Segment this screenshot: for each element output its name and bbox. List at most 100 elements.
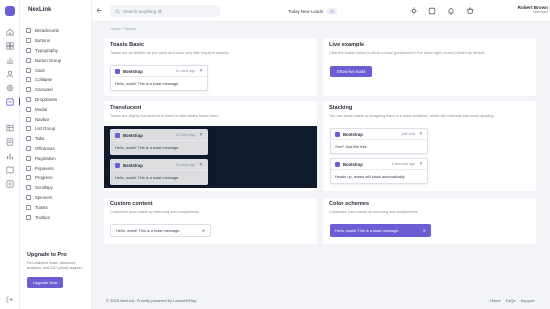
search-icon bbox=[115, 8, 120, 14]
close-icon[interactable]: ✕ bbox=[419, 161, 423, 167]
button-group-icon bbox=[26, 57, 31, 63]
user-role: Manager bbox=[533, 10, 548, 14]
sun-icon[interactable] bbox=[410, 7, 418, 15]
users-icon[interactable] bbox=[6, 70, 14, 78]
footer-link-home[interactable]: Home bbox=[490, 298, 501, 303]
sidebar-item-buttons[interactable]: Buttons bbox=[26, 36, 88, 46]
bootstrap-icon bbox=[115, 162, 120, 168]
toast-stacking: Bootstrap just now ✕ See? Just like this. bbox=[330, 128, 428, 154]
close-icon[interactable]: ✕ bbox=[419, 131, 423, 137]
upgrade-button[interactable]: Upgrade Now bbox=[27, 277, 64, 288]
sidebar-item-scrollspy[interactable]: Scrollspy bbox=[26, 183, 88, 193]
fingerprint-icon[interactable] bbox=[6, 84, 14, 92]
scrollspy-icon bbox=[26, 185, 31, 191]
sidebar-item-offcanvas[interactable]: Offcanvas bbox=[26, 144, 88, 154]
sidebar-item-spinners[interactable]: Spinners bbox=[26, 193, 88, 203]
home-icon[interactable] bbox=[6, 28, 14, 36]
sidebar-item-card[interactable]: Card bbox=[26, 65, 88, 75]
tooltips-icon bbox=[26, 214, 31, 220]
close-icon[interactable]: ✕ bbox=[199, 132, 203, 138]
section-header-translucent: Translucent Toasts are slightly transluc… bbox=[110, 105, 310, 125]
sidebar-item-tooltips[interactable]: Tooltips bbox=[26, 212, 88, 222]
section-header-stacking: Stacking You can stack toasts by wrappin… bbox=[329, 105, 529, 125]
tabs-icon bbox=[26, 136, 31, 142]
section-header-basic: Toasts Basic Toasts are as flexible as y… bbox=[110, 42, 310, 62]
spinners-icon bbox=[26, 194, 31, 200]
toast-body: Heads up, toasts will stack automaticall… bbox=[335, 174, 405, 179]
toast-body: Hello, world! This is a toast message. bbox=[115, 175, 180, 180]
toast-translucent: Bootstrap 11 mins ago ✕ Hello, world! This… bbox=[110, 159, 208, 185]
sidebar-item-collapse[interactable]: Collapse bbox=[26, 75, 88, 85]
breadcrumb: Home › Toasts bbox=[110, 26, 136, 31]
app-name: NexLink bbox=[28, 7, 52, 13]
navbar-icon bbox=[26, 116, 31, 122]
upgrade-text: Get unlimited leads, advanced analytics,… bbox=[27, 261, 83, 270]
back-arrow-icon[interactable] bbox=[96, 7, 103, 14]
toast-body: Hello, world! This is a toast message. bbox=[115, 145, 180, 150]
sidebar-item-progress[interactable]: Progress bbox=[26, 173, 88, 183]
components-icon[interactable] bbox=[6, 98, 14, 106]
search-box bbox=[110, 5, 220, 17]
section-title: Custom content bbox=[110, 201, 153, 207]
breadcrumb-icon bbox=[26, 28, 31, 34]
toast-body: See? Just like this. bbox=[335, 144, 368, 149]
sidebar-item-modal[interactable]: Modal bbox=[26, 104, 88, 114]
show-live-toast-button[interactable]: Show live toast bbox=[330, 66, 372, 77]
close-icon[interactable]: ✕ bbox=[202, 228, 205, 233]
sidebar-item-toasts[interactable]: Toasts bbox=[26, 202, 88, 212]
sidebar-item-carousel[interactable]: Carousel bbox=[26, 85, 88, 95]
add-icon[interactable] bbox=[6, 180, 14, 188]
grid-apps-icon[interactable] bbox=[428, 7, 436, 15]
toast-color-primary: Hello, world! This is a toast message. ✕ bbox=[330, 224, 431, 237]
bar-chart-icon[interactable] bbox=[6, 152, 14, 160]
logout-icon[interactable] bbox=[6, 296, 13, 303]
sidebar-item-navbar[interactable]: Navbar bbox=[26, 114, 88, 124]
toast-body: Hello, world! This is a toast message. bbox=[335, 228, 400, 233]
close-icon[interactable]: ✕ bbox=[423, 228, 426, 233]
cart-icon[interactable] bbox=[466, 7, 474, 15]
app-logo[interactable] bbox=[5, 6, 15, 16]
section-header-live: Live example Click the button below to s… bbox=[329, 42, 529, 62]
sidebar-item-dropdowns[interactable]: Dropdowns bbox=[26, 95, 88, 105]
footer-link-faqs[interactable]: FaQs bbox=[506, 298, 516, 303]
form-icon[interactable] bbox=[6, 138, 14, 146]
sidebar-item-pagination[interactable]: Pagination bbox=[26, 153, 88, 163]
toast-body: Hello, world! This is a toast message. bbox=[116, 228, 181, 233]
table-icon[interactable] bbox=[6, 124, 14, 132]
carousel-icon bbox=[26, 87, 31, 93]
upgrade-title: Upgrade to Pro bbox=[27, 252, 67, 258]
map-icon[interactable] bbox=[6, 166, 14, 174]
search-input[interactable] bbox=[123, 8, 213, 14]
footer-link-support[interactable]: Support bbox=[520, 298, 534, 303]
offcanvas-icon bbox=[26, 145, 31, 151]
bell-icon[interactable] bbox=[447, 7, 455, 15]
sidebar-item-popovers[interactable]: Popovers bbox=[26, 163, 88, 173]
grid-icon[interactable] bbox=[6, 42, 14, 50]
sidebar-item-typography[interactable]: Typography bbox=[26, 46, 88, 56]
sidebar-menu: Breadcrumb Buttons Typography Button Gro… bbox=[26, 26, 88, 222]
section-desc: Customize your toasts by removing sub-co… bbox=[110, 210, 200, 214]
sidebar-item-breadcrumb[interactable]: Breadcrumb bbox=[26, 26, 88, 36]
dropdowns-icon bbox=[26, 96, 31, 102]
section-header-color: Color schemes Customize your toasts by r… bbox=[329, 201, 529, 221]
bootstrap-icon bbox=[335, 131, 340, 137]
top-bar: Today New Leads27 Robert Brown Manager bbox=[92, 0, 550, 22]
section-title: Toasts Basic bbox=[110, 42, 145, 48]
sidebar-item-tabs[interactable]: Tabs bbox=[26, 134, 88, 144]
toast-stacking: Bootstrap 2 seconds ago ✕ Heads up, toasts… bbox=[330, 158, 428, 184]
modal-icon bbox=[26, 106, 31, 112]
toast-basic: Bootstrap 11 mins ago ✕ Hello, world! This… bbox=[110, 65, 208, 91]
toasts-icon bbox=[26, 204, 31, 210]
user-info[interactable]: Robert Brown Manager bbox=[498, 5, 548, 14]
collapse-icon bbox=[26, 77, 31, 83]
today-leads: Today New Leads 27 bbox=[288, 8, 338, 15]
sidebar-item-list-group[interactable]: List Group bbox=[26, 124, 88, 134]
section-title: Translucent bbox=[110, 105, 142, 111]
close-icon[interactable]: ✕ bbox=[199, 68, 203, 74]
footer-links: Home FaQs Support bbox=[490, 298, 539, 303]
sidebar-item-button-group[interactable]: Button Group bbox=[26, 55, 88, 65]
section-title: Stacking bbox=[329, 105, 353, 111]
chart-icon[interactable] bbox=[6, 56, 14, 64]
progress-icon bbox=[26, 175, 31, 181]
close-icon[interactable]: ✕ bbox=[199, 162, 203, 168]
